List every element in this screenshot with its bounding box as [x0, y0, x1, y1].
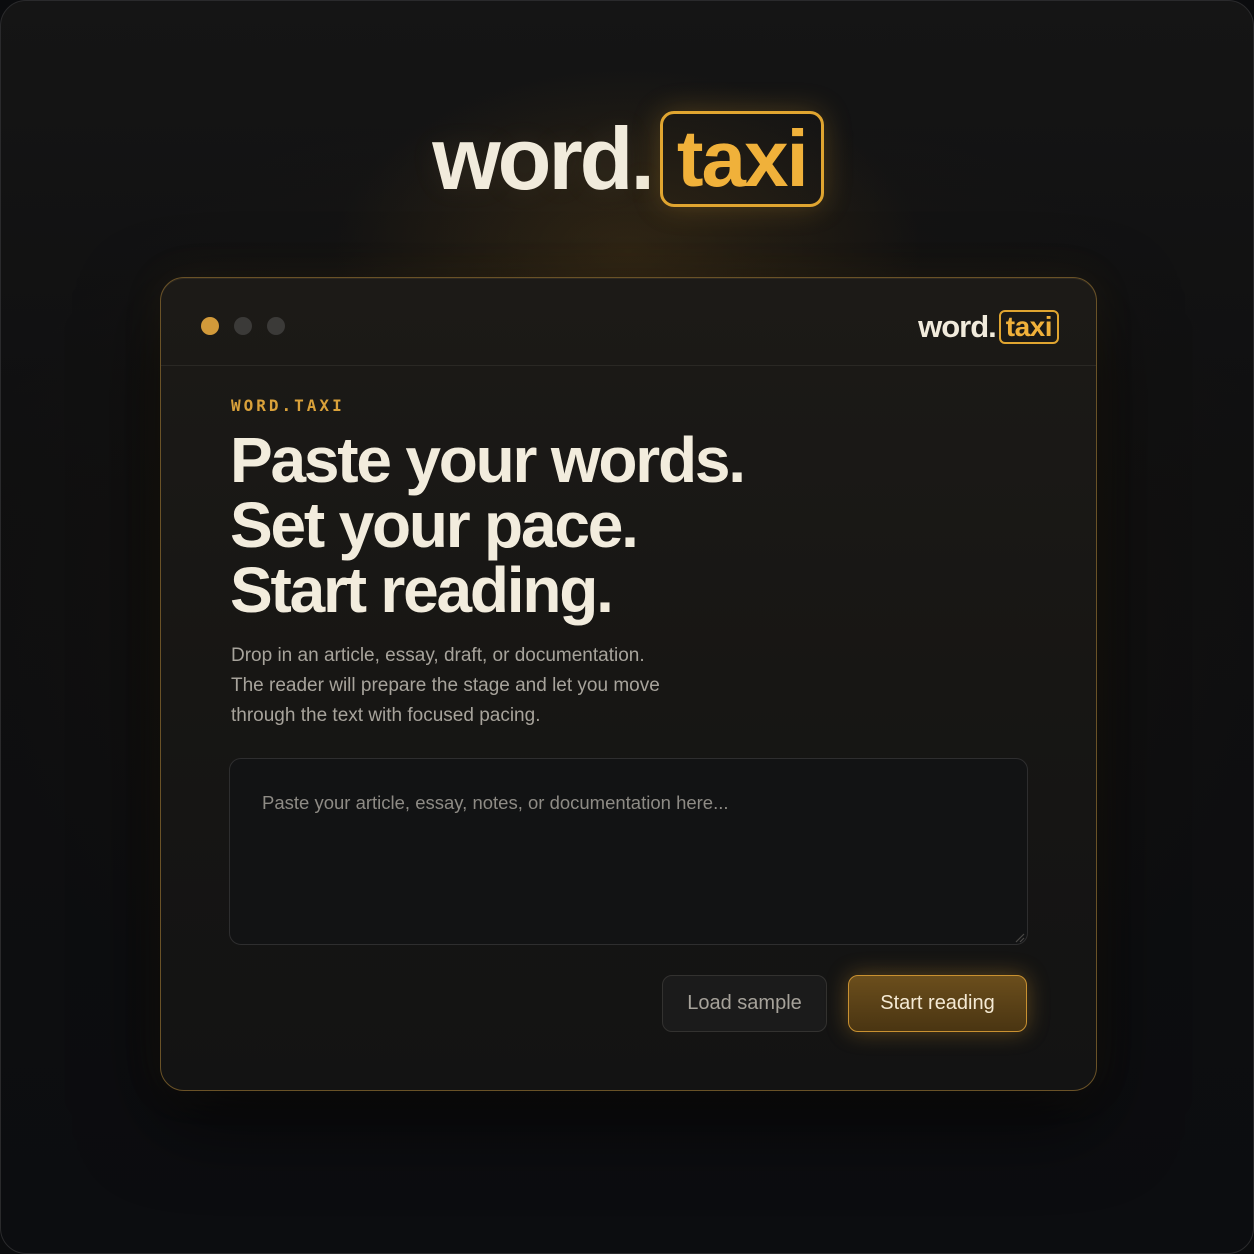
window-close-dot[interactable]	[201, 317, 219, 335]
headline-line: Set your pace.	[230, 489, 639, 561]
resize-grip-icon[interactable]	[1013, 931, 1025, 943]
page-description: Drop in an article, essay, draft, or doc…	[231, 641, 751, 731]
titlebar-logo-word: word.	[918, 309, 997, 344]
headline-line: Start reading.	[230, 554, 614, 626]
description-line: Drop in an article, essay, draft, or doc…	[231, 645, 645, 666]
app-background: word. taxi word. taxi WORD.TAXI Paste yo…	[0, 0, 1254, 1254]
hero-logo-word: word.	[432, 109, 655, 208]
titlebar-logo-highlight: taxi	[1005, 311, 1053, 342]
app-window: word. taxi WORD.TAXI Paste your words. S…	[160, 277, 1097, 1091]
hero-logo-highlight: taxi	[676, 114, 809, 203]
page-headline: Paste your words. Set your pace. Start r…	[230, 428, 930, 623]
titlebar-logo: word. taxi	[918, 310, 1059, 344]
load-sample-button[interactable]: Load sample	[662, 975, 827, 1032]
window-minimize-dot[interactable]	[234, 317, 252, 335]
window-titlebar: word. taxi	[161, 278, 1096, 366]
titlebar-logo-badge: taxi	[998, 310, 1059, 344]
headline-line: Paste your words.	[230, 424, 746, 496]
description-line: through the text with focused pacing.	[231, 705, 541, 726]
start-reading-button[interactable]: Start reading	[848, 975, 1027, 1032]
description-line: The reader will prepare the stage and le…	[231, 675, 660, 696]
text-input-area[interactable]	[229, 758, 1028, 945]
window-maximize-dot[interactable]	[267, 317, 285, 335]
hero-logo: word. taxi	[1, 109, 1253, 208]
hero-logo-badge: taxi	[659, 111, 824, 207]
eyebrow-label: WORD.TAXI	[231, 396, 345, 415]
